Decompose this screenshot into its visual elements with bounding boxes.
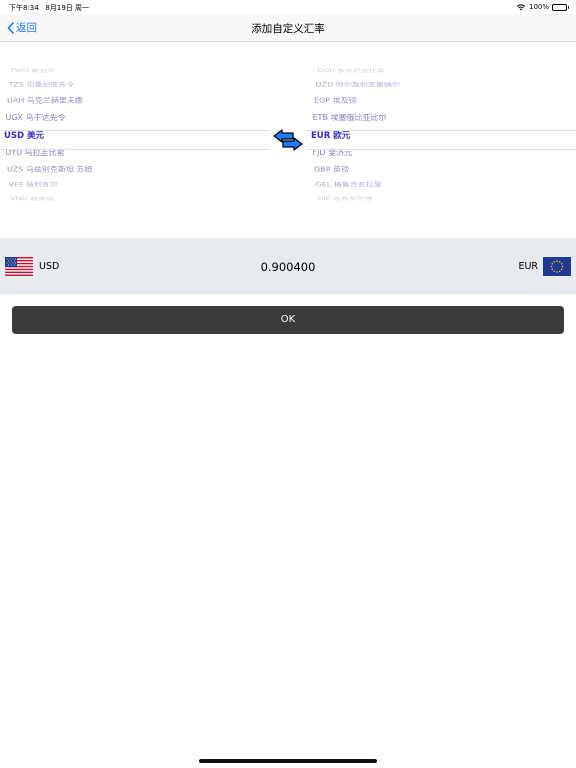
from-currency-picker[interactable]: TWD 新台币 TZS 坦桑尼亚先令 UAH 乌克兰赫里夫娜 UGX 乌干达先令 USD… [0, 60, 270, 210]
picker-item[interactable]: GEL 格鲁吉亚拉里 [316, 181, 382, 189]
exchange-rate-value: 0.900400 [260, 260, 316, 274]
to-currency-code: EUR [518, 261, 538, 272]
navigation-bar: 返回 添加自定义汇率 [0, 14, 576, 42]
swap-arrows-icon[interactable] [273, 129, 303, 151]
eu-flag-icon [543, 257, 571, 276]
picker-item[interactable]: ETB 埃塞俄比亚比尔 [313, 112, 387, 122]
picker-selection-line [0, 149, 270, 150]
page-title: 添加自定义汇率 [251, 23, 325, 35]
picker-item[interactable]: GIP 直布罗陀镑 [317, 196, 373, 202]
status-time-date: 下午8:34 8月19日 周一 [9, 3, 89, 13]
status-date: 8月19日 周一 [45, 4, 90, 12]
status-right: 100% [516, 3, 569, 11]
picker-item[interactable]: UAH 乌克兰赫里夫娜 [7, 96, 83, 105]
status-bar: 下午8:34 8月19日 周一 100% [0, 0, 576, 14]
to-currency-picker[interactable]: DOP 多米尼加比索 DZD 阿尔及利亚第纳尔 EGP 埃及镑 ETB 埃塞俄比亚比尔… [306, 60, 576, 210]
status-time: 下午8:34 [9, 4, 39, 12]
picker-item[interactable]: TWD 新台币 [10, 68, 56, 74]
picker-item[interactable]: VEF 玻利瓦尔 [9, 181, 59, 189]
battery-icon [552, 3, 569, 11]
wifi-icon [516, 4, 526, 11]
picker-item[interactable]: GBP 英镑 [314, 165, 349, 174]
picker-item[interactable]: DZD 阿尔及利亚第纳尔 [316, 81, 400, 89]
picker-item[interactable]: DOP 多米尼加比索 [317, 68, 385, 74]
conversion-result: USD 0.900400 EUR [0, 238, 576, 294]
home-indicator [199, 759, 377, 763]
ok-button[interactable]: OK [12, 306, 564, 334]
battery-percent: 100% [528, 3, 549, 11]
picker-item[interactable]: UGX 乌干达先令 [6, 112, 66, 122]
picker-selection-line [306, 130, 576, 131]
picker-selection-line [306, 149, 576, 150]
picker-item[interactable]: EGP 埃及镑 [314, 96, 357, 105]
picker-selection-line [0, 130, 270, 131]
picker-item[interactable]: UZS 乌兹别克斯坦 苏姆 [7, 165, 92, 174]
picker-item[interactable]: TZS 坦桑尼亚先令 [9, 81, 75, 89]
picker-item[interactable]: VND 越南盾 [10, 196, 54, 202]
